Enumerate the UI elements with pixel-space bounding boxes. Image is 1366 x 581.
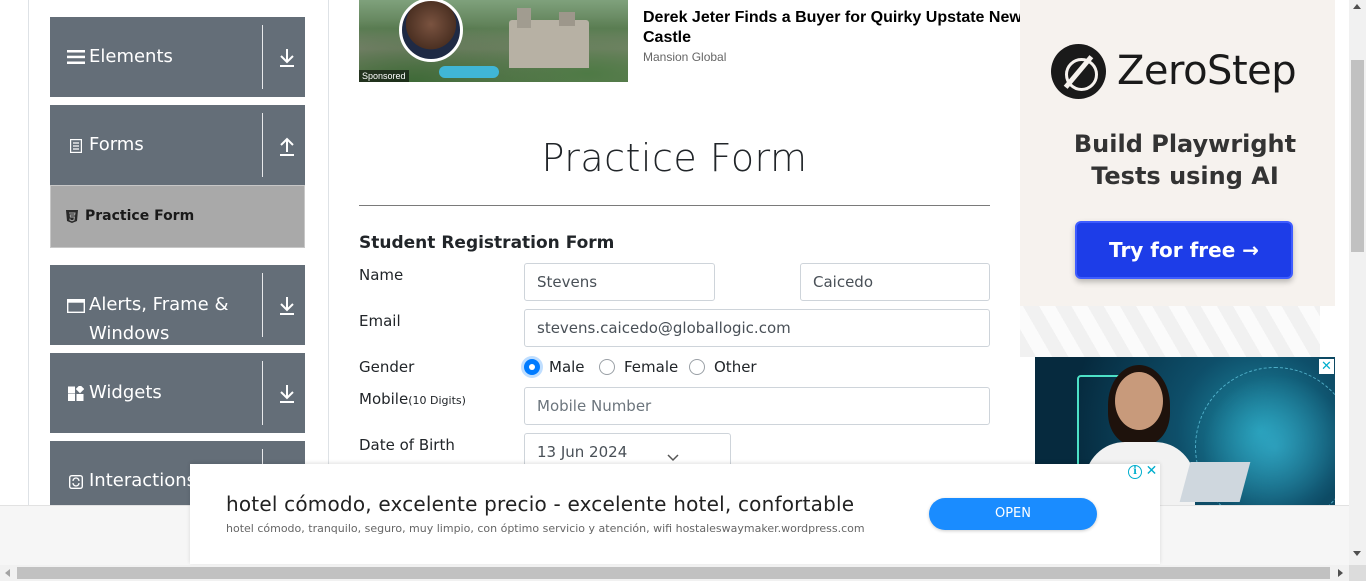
html5-icon bbox=[66, 210, 78, 223]
gender-radio-male[interactable]: Male bbox=[524, 358, 585, 376]
sidebar-group-label: Alerts, Frame & Windows bbox=[89, 294, 229, 344]
sidebar-group-forms[interactable]: Forms bbox=[50, 105, 305, 185]
left-divider bbox=[28, 0, 29, 505]
radio-label: Female bbox=[624, 358, 679, 376]
close-icon[interactable]: ✕ bbox=[1144, 464, 1159, 479]
last-name-input[interactable]: Caicedo bbox=[800, 263, 990, 301]
name-label: Name bbox=[359, 266, 404, 284]
separator bbox=[262, 113, 263, 177]
sidebar-group-header[interactable]: Elements bbox=[50, 17, 305, 97]
page: Elements Forms Practice Form Alerts, Fra… bbox=[0, 0, 1366, 581]
mobile-label: Mobile(10 Digits) bbox=[359, 390, 466, 408]
scroll-thumb[interactable] bbox=[17, 567, 1330, 579]
sidebar-group-header[interactable]: Forms bbox=[50, 105, 305, 185]
ad-background-pattern bbox=[1020, 306, 1320, 357]
scroll-right-icon[interactable] bbox=[1338, 569, 1343, 577]
scroll-down-icon[interactable] bbox=[1353, 551, 1361, 556]
vertical-scrollbar[interactable] bbox=[1349, 0, 1366, 565]
sidebar-group-header[interactable]: Widgets bbox=[50, 353, 305, 433]
sidebar-group-widgets[interactable]: Widgets bbox=[50, 353, 305, 433]
sidebar-group-header[interactable]: Alerts, Frame & Windows bbox=[50, 265, 305, 345]
sponsored-tag: Sponsored bbox=[359, 70, 409, 82]
zerostep-brand: ZeroStep bbox=[1117, 48, 1297, 94]
interactions-icon bbox=[67, 475, 85, 489]
sidebar-group-label: Widgets bbox=[89, 382, 162, 403]
sidebar-group-alerts[interactable]: Alerts, Frame & Windows bbox=[50, 265, 305, 345]
banner-title[interactable]: hotel cómodo, excelente precio - excelen… bbox=[226, 492, 854, 516]
mobile-input[interactable]: Mobile Number bbox=[524, 387, 990, 425]
upload-arrow-icon[interactable] bbox=[277, 135, 297, 157]
close-icon[interactable]: ✕ bbox=[1319, 359, 1334, 374]
scrollbar-corner bbox=[1349, 565, 1366, 581]
laptop bbox=[1179, 462, 1251, 502]
download-arrow-icon[interactable] bbox=[277, 383, 297, 405]
sidebar-group-label: Forms bbox=[89, 134, 144, 155]
try-for-free-button[interactable]: Try for free → bbox=[1075, 221, 1293, 279]
radio-label: Other bbox=[714, 358, 757, 376]
download-arrow-icon[interactable] bbox=[277, 295, 297, 317]
open-button[interactable]: OPEN bbox=[929, 498, 1097, 530]
document-icon bbox=[67, 139, 85, 153]
chevron-down-icon[interactable] bbox=[666, 450, 680, 462]
portrait bbox=[399, 0, 463, 62]
widgets-icon bbox=[67, 386, 85, 401]
sponsored-source: Mansion Global bbox=[643, 50, 727, 64]
gender-label: Gender bbox=[359, 358, 415, 376]
download-arrow-icon[interactable] bbox=[277, 47, 297, 69]
sponsored-title-link[interactable]: Derek Jeter Finds a Buyer for Quirky Ups… bbox=[643, 8, 1033, 48]
window-icon bbox=[67, 299, 85, 313]
sidebar-divider bbox=[328, 0, 329, 505]
zerostep-logo-icon bbox=[1051, 44, 1106, 99]
radio-label: Male bbox=[549, 358, 585, 376]
banner-subtitle: hotel cómodo, tranquilo, seguro, muy lim… bbox=[226, 522, 865, 535]
page-title: Practice Form bbox=[541, 136, 808, 180]
zerostep-tagline: Build Playwright Tests using AI bbox=[1073, 130, 1297, 190]
hamburger-icon bbox=[67, 50, 85, 64]
radio-button[interactable] bbox=[689, 359, 705, 375]
scroll-left-icon[interactable] bbox=[5, 569, 10, 577]
radio-button[interactable] bbox=[524, 359, 540, 375]
head bbox=[1115, 372, 1163, 430]
sidebar-item-label: Practice Form bbox=[85, 208, 195, 224]
radio-button[interactable] bbox=[599, 359, 615, 375]
gender-radio-other[interactable]: Other bbox=[689, 358, 757, 376]
sidebar-group-elements[interactable]: Elements bbox=[50, 17, 305, 97]
scroll-up-icon[interactable] bbox=[1353, 4, 1361, 9]
scroll-thumb[interactable] bbox=[1351, 60, 1364, 252]
sidebar-group-label: Interactions bbox=[89, 470, 197, 491]
separator bbox=[262, 361, 263, 425]
horizontal-scrollbar[interactable] bbox=[0, 565, 1349, 581]
form-heading: Student Registration Form bbox=[359, 233, 615, 253]
sidebar-group-label: Elements bbox=[89, 46, 173, 67]
mobile-label-text: Mobile bbox=[359, 390, 409, 408]
sidebar-item-practice-form[interactable]: Practice Form bbox=[50, 185, 305, 248]
dob-label: Date of Birth bbox=[359, 436, 455, 454]
email-input[interactable]: stevens.caicedo@globallogic.com bbox=[524, 309, 990, 347]
mobile-hint: (10 Digits) bbox=[408, 394, 466, 407]
ad-info-icon[interactable]: i bbox=[1128, 465, 1142, 479]
separator bbox=[262, 273, 263, 337]
title-divider bbox=[359, 205, 990, 206]
pool bbox=[439, 66, 499, 78]
gender-radio-female[interactable]: Female bbox=[599, 358, 678, 376]
email-label: Email bbox=[359, 312, 401, 330]
castle bbox=[509, 8, 589, 68]
separator bbox=[262, 25, 263, 89]
first-name-input[interactable]: Stevens bbox=[524, 263, 715, 301]
sponsored-image[interactable]: Sponsored bbox=[359, 0, 628, 82]
